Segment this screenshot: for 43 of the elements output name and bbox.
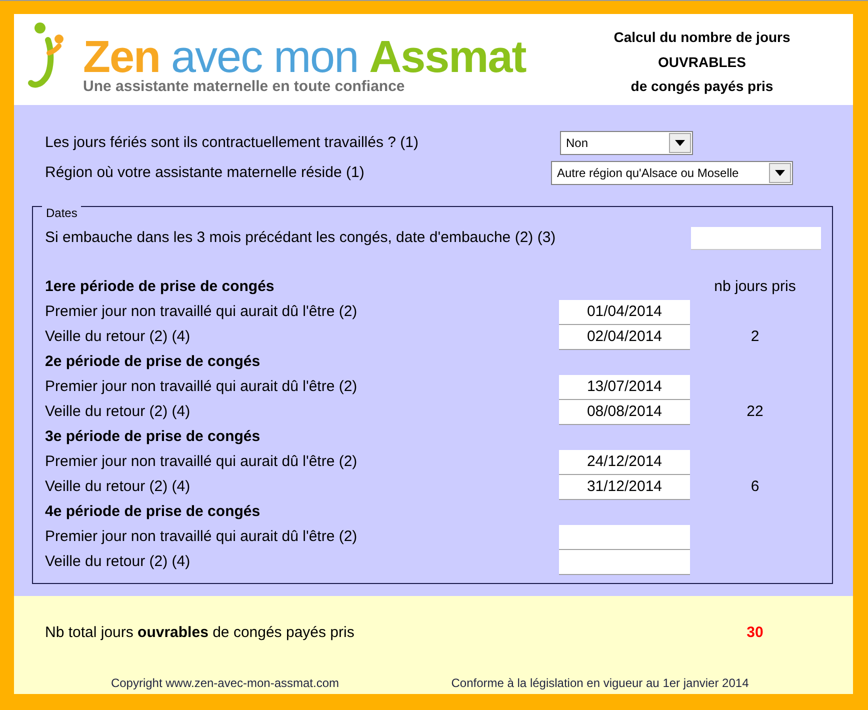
days-count: 22 <box>746 402 764 422</box>
date-field[interactable]: 13/07/2014 <box>559 375 690 400</box>
field-label: Veille du retour (2) (4) <box>45 327 192 348</box>
setting-label: Les jours fériés sont ils contractuellement travaillés ? (1) <box>45 132 420 153</box>
field-label: Premier jour non travaillé qui aurait dû l'être (2) <box>45 452 358 472</box>
page-title: Calcul du nombre de jours <box>614 28 790 47</box>
person-logo-icon <box>28 22 64 90</box>
field-label: Veille du retour (2) (4) <box>45 477 192 498</box>
field-label: Si embauche dans les 3 mois précédant les congés, date d'embauche (2) (3) <box>45 228 557 248</box>
footer-text: Copyright www.zen-avec-mon-assmat.com <box>110 675 340 692</box>
days-count: 2 <box>750 327 760 348</box>
footer-text: Conforme à la législation en vigueur au 1er janvier 2014 <box>451 675 749 692</box>
period-heading: 1ere période de prise de congés <box>45 277 276 298</box>
page-title: de congés payés pris <box>630 77 774 96</box>
logo-word: Assmat <box>369 34 526 80</box>
logo-word: Zen <box>83 34 160 80</box>
date-field[interactable]: 31/12/2014 <box>559 475 690 500</box>
date-field[interactable] <box>559 550 690 575</box>
field-label: Premier jour non travaillé qui aurait dû l'être (2) <box>45 302 358 322</box>
field-label: Premier jour non travaillé qui aurait dû l'être (2) <box>45 377 358 398</box>
date-field[interactable]: 01/04/2014 <box>559 300 690 325</box>
period-heading: 2e période de prise de congés <box>45 352 262 372</box>
total-label: Nb total jours ouvrables de congés payés pris <box>45 622 356 643</box>
group-legend: Dates <box>42 206 82 220</box>
date-field[interactable] <box>691 227 821 250</box>
dropdown[interactable]: Autre région qu'Alsace ou Moselle <box>551 161 793 185</box>
logo-tagline: Une assistante maternelle en toute confiance <box>83 78 406 96</box>
column-header: nb jours pris <box>714 277 796 298</box>
date-field[interactable] <box>559 525 690 550</box>
setting-label: Région où votre assistante maternelle réside (1) <box>45 162 366 183</box>
days-count: 6 <box>750 477 760 498</box>
total-value: 30 <box>746 622 764 643</box>
date-field[interactable]: 08/08/2014 <box>559 400 690 425</box>
period-heading: 4e période de prise de congés <box>45 502 262 522</box>
field-label: Veille du retour (2) (4) <box>45 552 192 572</box>
field-label: Premier jour non travaillé qui aurait dû l'être (2) <box>45 527 358 548</box>
date-field[interactable]: 24/12/2014 <box>559 450 690 475</box>
date-field[interactable]: 02/04/2014 <box>559 325 690 350</box>
dropdown[interactable]: Non <box>560 131 693 155</box>
logo-word: avec mon <box>171 34 358 80</box>
period-heading: 3e période de prise de congés <box>45 427 262 448</box>
page-title: OUVRABLES <box>658 52 746 72</box>
field-label: Veille du retour (2) (4) <box>45 402 192 422</box>
